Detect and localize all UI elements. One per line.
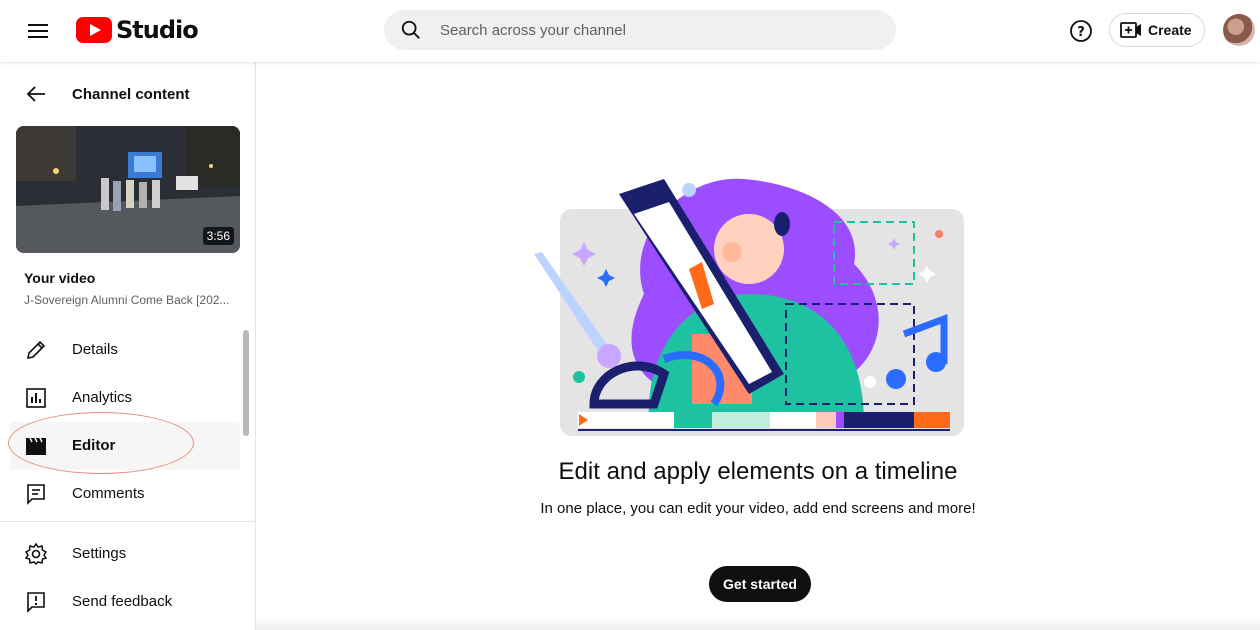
comments-icon [27, 484, 45, 505]
create-label: Create [1148, 22, 1192, 38]
avatar[interactable] [1223, 14, 1255, 46]
studio-logo[interactable]: Studio [76, 14, 199, 46]
help-icon[interactable]: ? [1068, 18, 1094, 44]
editor-subline: In one place, you can edit your video, a… [540, 500, 976, 517]
logo-text: Studio [116, 16, 199, 44]
nav-label: Details [72, 341, 118, 358]
gear-icon [24, 542, 48, 566]
search-icon [401, 20, 420, 39]
editor-annotation-circle [8, 412, 194, 474]
video-thumbnail[interactable]: 3:56 [16, 126, 240, 253]
search-bar[interactable] [384, 10, 896, 50]
video-title: J-Sovereign Alumni Come Back [202... [24, 293, 230, 307]
editor-illustration [534, 178, 964, 436]
your-video-heading: Your video [24, 270, 96, 286]
editor-headline: Edit and apply elements on a timeline [558, 458, 958, 485]
nav-label: Send feedback [72, 593, 173, 610]
nav-label: Comments [72, 485, 145, 502]
pencil-icon [26, 340, 46, 360]
main-content: Edit and apply elements on a timeline In… [256, 62, 1260, 630]
svg-text:?: ? [1077, 25, 1085, 40]
feedback-icon [27, 592, 45, 613]
nav-details[interactable]: Details [0, 326, 255, 374]
nav-label: Analytics [72, 389, 133, 406]
nav-send-feedback[interactable]: Send feedback [0, 578, 255, 626]
analytics-icon [26, 388, 46, 408]
nav-settings[interactable]: Settings [0, 530, 255, 578]
get-started-button[interactable]: Get started [709, 566, 811, 602]
create-video-icon [1120, 22, 1141, 38]
sidebar: Channel content 3:56 Your video J-Sovere… [0, 62, 256, 630]
bottom-shadow [256, 616, 1260, 630]
nav-label: Settings [72, 545, 127, 562]
video-duration: 3:56 [202, 227, 234, 245]
arrow-back-icon [26, 86, 45, 102]
menu-icon[interactable] [22, 15, 54, 47]
back-label: Channel content [72, 86, 190, 103]
back-to-channel-content[interactable]: Channel content [0, 74, 255, 114]
top-bar: Studio ? Create [0, 0, 1260, 62]
sidebar-scrollbar[interactable] [243, 330, 249, 436]
sidebar-divider [0, 521, 255, 522]
nav-comments[interactable]: Comments [0, 470, 255, 518]
search-input[interactable] [440, 10, 870, 50]
create-button[interactable]: Create [1109, 13, 1205, 47]
youtube-logo-icon [76, 17, 112, 43]
